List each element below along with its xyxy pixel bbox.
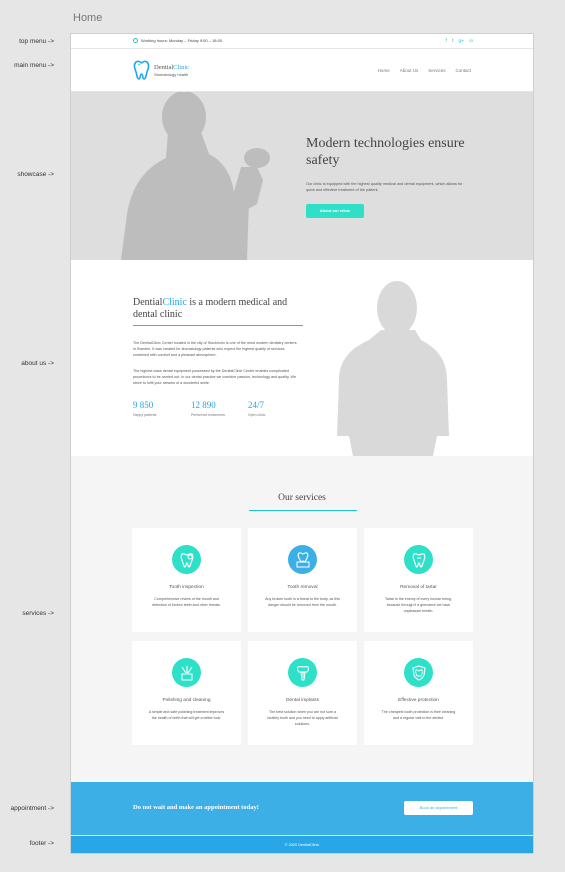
service-title: Removal of tartar xyxy=(400,585,437,590)
showcase-heading: Modern technologies ensure safety xyxy=(306,136,465,168)
service-description: A simple and safe polishing treatment im… xyxy=(148,710,225,720)
label-about-us: about us -> xyxy=(21,360,54,367)
label-top-menu: top menu -> xyxy=(19,38,54,45)
logo-name: DentialClinic xyxy=(154,64,189,71)
services: Our services Tooth inspection Comprehens… xyxy=(71,456,533,782)
tooth-inspection-icon xyxy=(172,545,201,574)
page-mockup: Working hours: Monday – Friday 9:00 – 18… xyxy=(70,33,534,854)
stat-number: 9 850 xyxy=(133,400,154,410)
stat-number: 12 890 xyxy=(191,400,216,410)
about-clinic-button[interactable]: About our clinic xyxy=(306,204,364,218)
tartar-icon xyxy=(404,545,433,574)
twitter-icon[interactable]: t xyxy=(452,38,454,43)
nav-services[interactable]: Services xyxy=(428,68,445,73)
stat-number: 24/7 xyxy=(248,400,265,410)
label-showcase: showcase -> xyxy=(17,171,54,178)
service-description: Comprehensive review of the mouth and de… xyxy=(152,597,221,607)
service-title: Effective protection xyxy=(398,698,439,703)
label-main-menu: main menu -> xyxy=(14,62,54,69)
social-links: f t g+ in xyxy=(445,38,473,43)
label-services: services -> xyxy=(22,610,54,617)
working-hours: Working hours: Monday – Friday 9:00 – 18… xyxy=(133,38,222,43)
tooth-logo-icon xyxy=(133,60,150,80)
tooth-removal-icon xyxy=(288,545,317,574)
top-menu: Working hours: Monday – Friday 9:00 – 18… xyxy=(71,34,533,49)
showcase: Modern technologies ensure safety Our cl… xyxy=(71,92,533,260)
service-card-polishing[interactable]: Polishing and cleaning A simple and safe… xyxy=(132,641,241,745)
nav-contact[interactable]: Contact xyxy=(455,68,471,73)
logo-name-part2: Clinic xyxy=(173,63,190,71)
polishing-icon xyxy=(172,658,201,687)
shield-tooth-icon xyxy=(404,658,433,687)
services-heading: Our services xyxy=(278,493,326,503)
page-title: Home xyxy=(73,12,103,24)
service-title: Tooth removal xyxy=(287,585,318,590)
service-card-tooth-removal[interactable]: Tooth removal Any broken tooth is a thre… xyxy=(248,528,357,632)
about-heading-underline xyxy=(133,325,303,326)
implant-icon xyxy=(288,658,317,687)
about-heading-part1: Dential xyxy=(133,297,163,308)
working-hours-text: Working hours: Monday – Friday 9:00 – 18… xyxy=(141,38,223,43)
main-nav: Home About Us Services Contact xyxy=(378,68,471,73)
showcase-text: Our clinic is equipped with the highest … xyxy=(306,182,463,192)
doctor-silhouette-image xyxy=(121,92,270,260)
about-heading: DentialClinic is a modern medical and de… xyxy=(133,297,303,321)
service-card-removal-of-tartar[interactable]: Removal of tartar Tartar is the enemy of… xyxy=(364,528,473,632)
about-us: DentialClinic is a modern medical and de… xyxy=(71,260,533,456)
stat-caption: Happy patients xyxy=(133,413,157,417)
facebook-icon[interactable]: f xyxy=(445,38,446,43)
logo-tagline: Stomatology health xyxy=(154,71,189,77)
nav-about-us[interactable]: About Us xyxy=(400,68,419,73)
stat-happy-patients: 9 850 Happy patients xyxy=(133,400,156,417)
stat-open-clinic: 24/7 Open clinic xyxy=(248,400,265,417)
stat-caption: Open clinic xyxy=(248,413,266,417)
appointment-banner: Do not wait and make an appointment toda… xyxy=(71,782,533,835)
logo[interactable]: DentialClinic Stomatology health xyxy=(133,60,189,80)
service-title: Tooth inspection xyxy=(169,585,204,590)
service-description: The cheapest tooth protection is their c… xyxy=(381,710,456,720)
google-plus-icon[interactable]: g+ xyxy=(458,38,464,43)
footer: © 2020 DentialClinic xyxy=(71,835,533,853)
main-menu: DentialClinic Stomatology health Home Ab… xyxy=(71,49,533,92)
about-heading-part2: Clinic xyxy=(162,297,187,308)
instagram-icon[interactable]: in xyxy=(469,38,473,43)
service-card-tooth-inspection[interactable]: Tooth inspection Comprehensive review of… xyxy=(132,528,241,632)
service-card-dental-implants[interactable]: Dental implants The best solution when y… xyxy=(248,641,357,745)
label-appointment: appointment -> xyxy=(10,805,54,812)
service-title: Polishing and cleaning xyxy=(162,698,211,703)
stat-performed-treatments: 12 890 Performed treatments xyxy=(191,400,225,417)
stat-caption: Performed treatments xyxy=(191,413,225,417)
clock-icon xyxy=(133,38,138,43)
service-description: Tartar is the enemy of every human being… xyxy=(384,597,453,613)
service-description: The best solution when you are not sure … xyxy=(267,710,338,726)
service-title: Dental implants xyxy=(285,698,320,703)
doctor-portrait-image xyxy=(337,281,449,456)
logo-name-part1: Dential xyxy=(154,63,174,71)
copyright-text: © 2020 DentialClinic xyxy=(284,843,320,847)
nav-home[interactable]: Home xyxy=(378,68,390,73)
about-paragraph-1: The DentialClinic Center located in the … xyxy=(133,341,297,358)
service-description: Any broken tooth is a threat to the body… xyxy=(265,597,340,607)
appointment-text: Do not wait and make an appointment toda… xyxy=(133,804,259,811)
service-card-effective-protection[interactable]: Effective protection The cheapest tooth … xyxy=(364,641,473,745)
services-heading-underline xyxy=(249,510,357,511)
about-paragraph-2: The highest class dental equipment posse… xyxy=(133,369,297,386)
label-footer: footer -> xyxy=(29,840,54,847)
book-appointment-button[interactable]: Book an appointment xyxy=(404,801,473,815)
